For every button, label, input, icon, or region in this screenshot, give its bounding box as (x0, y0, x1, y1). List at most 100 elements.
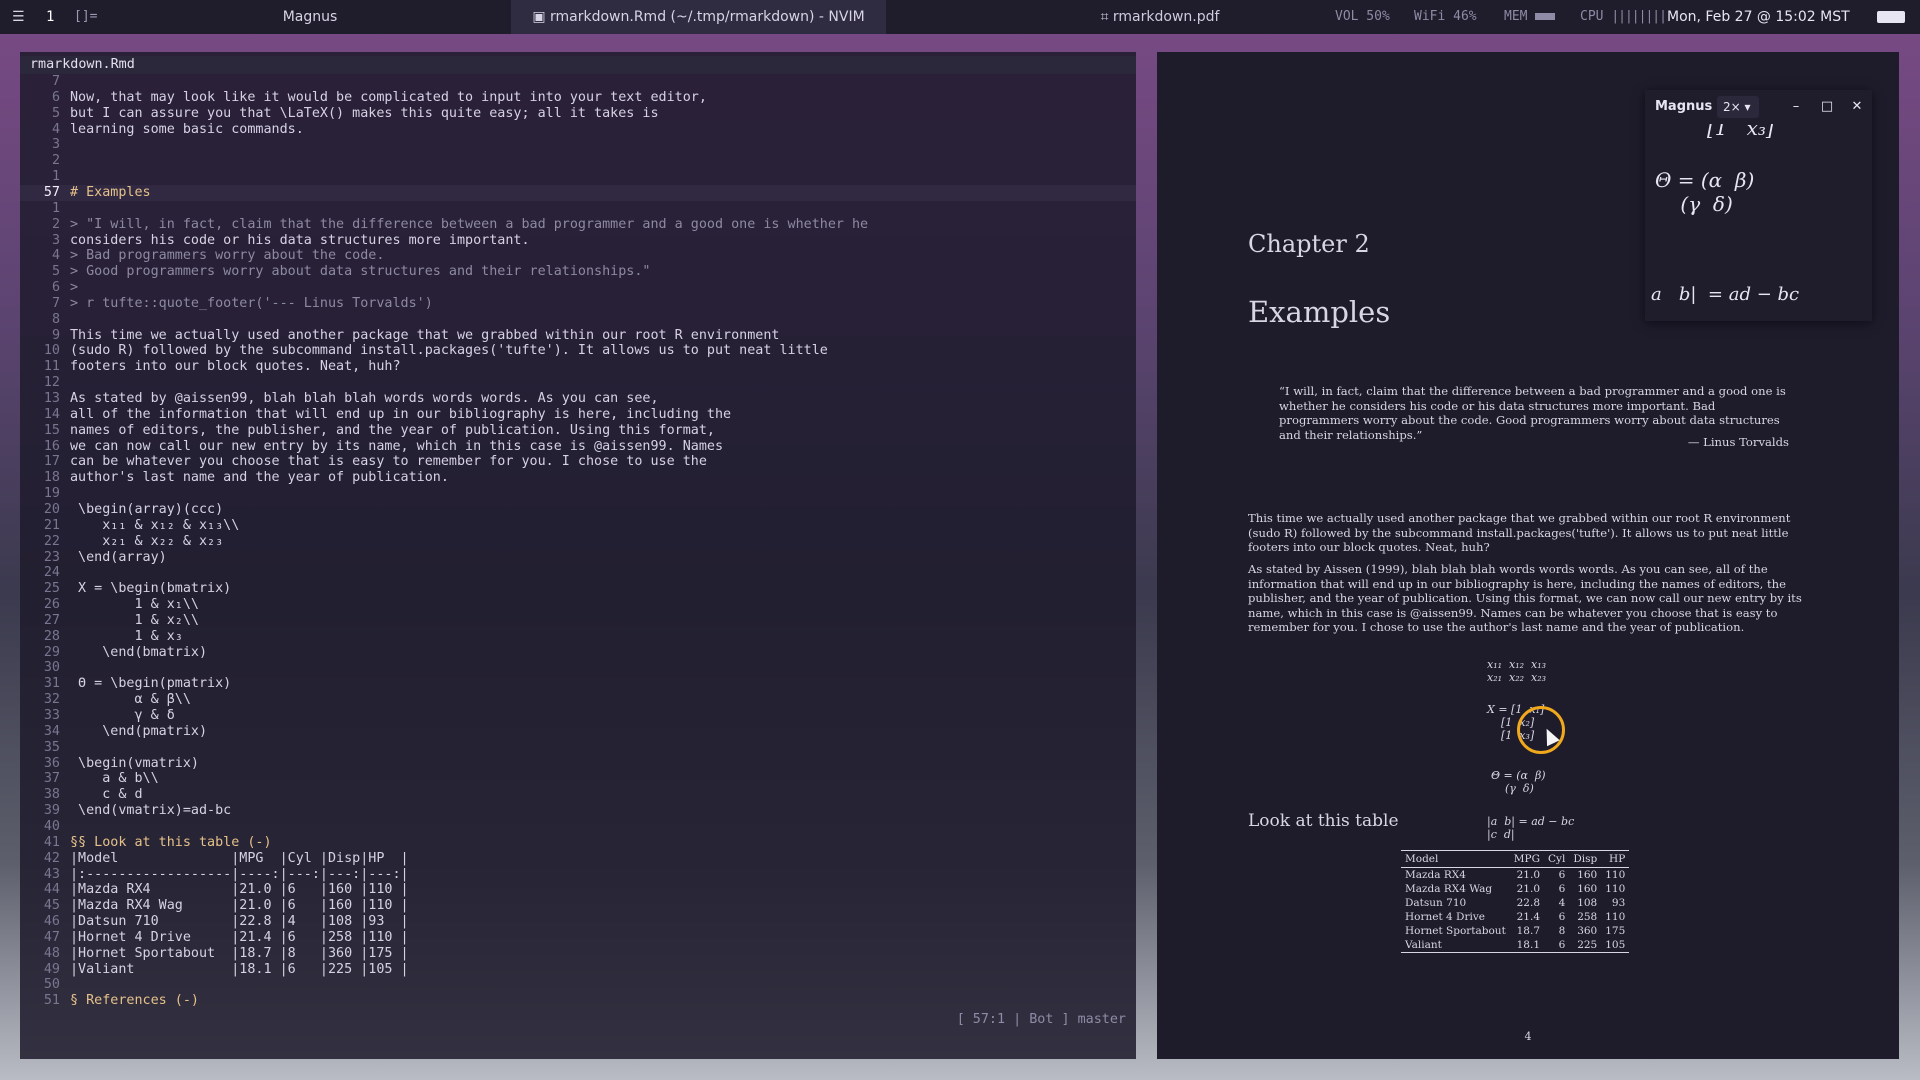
editor-line[interactable]: 11 footers into our block quotes. Neat, h… (20, 359, 1136, 375)
line-number: 57 (43, 184, 60, 200)
editor-line[interactable]: 38 c & d (20, 787, 1136, 803)
window-title-nvim[interactable]: ▣ rmarkdown.Rmd (~/.tmp/rmarkdown) - NVI… (511, 0, 886, 34)
layout-indicator[interactable]: []= (74, 0, 97, 34)
line-number: 5 (51, 264, 60, 280)
editor-line[interactable]: 19 (20, 486, 1136, 502)
editor-line[interactable]: 9 This time we actually used another pack… (20, 328, 1136, 344)
line-number: 3 (51, 232, 60, 248)
editor-line[interactable]: 33 γ & δ (20, 708, 1136, 724)
editor-line[interactable]: 1 (20, 169, 1136, 185)
editor-line[interactable]: 37 a & b\\ (20, 771, 1136, 787)
editor-line[interactable]: 18 author's last name and the year of pub… (20, 470, 1136, 486)
editor-line[interactable]: 12 (20, 375, 1136, 391)
line-number: 14 (43, 406, 60, 422)
table-cell: Valiant (1401, 938, 1510, 953)
chevron-down-icon: ▾ (1744, 100, 1751, 114)
editor-line[interactable]: 22 x₂₁ & x₂₂ & x₂₃ (20, 534, 1136, 550)
editor-line[interactable]: 4 learning some basic commands. (20, 122, 1136, 138)
editor-line[interactable]: 57 # Examples (20, 184, 1136, 201)
editor-line[interactable]: 36 \begin(vmatrix) (20, 756, 1136, 772)
workspace-tag[interactable]: 1 (46, 0, 54, 34)
editor-line[interactable]: 35 (20, 740, 1136, 756)
editor-line[interactable]: 41 §§ Look at this table (-) (20, 835, 1136, 851)
editor-line[interactable]: 21 x₁₁ & x₁₂ & x₁₃\\ (20, 518, 1136, 534)
editor-line[interactable]: 2 (20, 153, 1136, 169)
editor-line[interactable]: 10 (sudo R) followed by the subcommand in… (20, 343, 1136, 359)
editor-line[interactable]: 45 |Mazda RX4 Wag |21.0 |6 |160 |110 | (20, 898, 1136, 914)
line-number: 19 (43, 486, 60, 502)
editor-line[interactable]: 34 \end(pmatrix) (20, 724, 1136, 740)
maximize-button[interactable]: □ (1817, 90, 1837, 124)
magnifier-window[interactable]: Magnus 2× ▾ – □ ✕ [1 x₃] Θ = (α β) (γ δ)… (1645, 90, 1872, 321)
editor-line[interactable]: 47 |Hornet 4 Drive |21.4 |6 |258 |110 | (20, 930, 1136, 946)
window-title-magnus[interactable]: Magnus (250, 0, 370, 34)
line-number: 25 (43, 581, 60, 597)
menu-icon[interactable]: ☰ (12, 0, 30, 34)
editor-line[interactable]: 1 (20, 201, 1136, 217)
editor-line[interactable]: 32 α & β\\ (20, 692, 1136, 708)
editor-line[interactable]: 2 > "I will, in fact, claim that the diff… (20, 217, 1136, 233)
nvim-window[interactable]: rmarkdown.Rmd 7 6 Now, that may look like … (20, 52, 1136, 1059)
editor-line[interactable]: 16 we can now call our new entry by its n… (20, 439, 1136, 455)
window-title-pdf[interactable]: ⌗ rmarkdown.pdf (1040, 0, 1280, 34)
table-cell: 21.0 (1516, 883, 1541, 895)
line-number: 4 (51, 121, 60, 137)
editor-line[interactable]: 14 all of the information that will end u… (20, 407, 1136, 423)
line-text: a & b\\ (70, 771, 159, 787)
editor-line[interactable]: 24 (20, 565, 1136, 581)
line-number: 10 (43, 343, 60, 359)
editor-line[interactable]: 29 \end(bmatrix) (20, 645, 1136, 661)
editor-line[interactable]: 6 > (20, 280, 1136, 296)
line-number: 27 (43, 612, 60, 628)
tab-rmarkdown[interactable]: rmarkdown.Rmd (30, 56, 135, 74)
table-cell: 22.8 (1516, 897, 1541, 909)
table-header: HP (1601, 850, 1630, 868)
editor-line[interactable]: 31 Θ = \begin(pmatrix) (20, 676, 1136, 692)
editor-line[interactable]: 44 |Mazda RX4 |21.0 |6 |160 |110 | (20, 882, 1136, 898)
magnifier-titlebar[interactable]: Magnus 2× ▾ – □ ✕ (1645, 90, 1872, 124)
editor-line[interactable]: 20 \begin(array)(ccc) (20, 502, 1136, 518)
editor-line[interactable]: 40 (20, 819, 1136, 835)
line-text: \begin(array)(ccc) (70, 501, 224, 517)
editor-line[interactable]: 50 (20, 977, 1136, 993)
line-text: x₁₁ & x₁₂ & x₁₃\\ (70, 517, 240, 533)
editor-line[interactable]: 7 > r tufte::quote_footer('--- Linus Torv… (20, 296, 1136, 312)
editor-line[interactable]: 8 (20, 312, 1136, 328)
magnified-bmatrix-bottom: [1 x₃] (1707, 124, 1774, 140)
line-text: 1 & x₂\\ (70, 612, 199, 628)
editor-line[interactable]: 43 |:------------------|----:|---:|---:|-… (20, 867, 1136, 883)
editor-line[interactable]: 28 1 & x₃ (20, 629, 1136, 645)
editor-line[interactable]: 17 can be whatever you choose that is eas… (20, 454, 1136, 470)
editor-line[interactable]: 26 1 & x₁\\ (20, 597, 1136, 613)
volume-status: VOL 50% (1335, 9, 1390, 24)
editor-line[interactable]: 27 1 & x₂\\ (20, 613, 1136, 629)
editor-line[interactable]: 23 \end(array) (20, 550, 1136, 566)
editor-line[interactable]: 49 |Valiant |18.1 |6 |225 |105 | (20, 962, 1136, 978)
editor-line[interactable]: 5 but I can assure you that \LaTeX() make… (20, 106, 1136, 122)
editor-line[interactable]: 5 > Good programmers worry about data str… (20, 264, 1136, 280)
editor-line[interactable]: 25 X = \begin(bmatrix) (20, 581, 1136, 597)
editor-line[interactable]: 15 names of editors, the publisher, and t… (20, 423, 1136, 439)
editor-line[interactable]: 7 (20, 74, 1136, 90)
minimize-button[interactable]: – (1786, 90, 1806, 124)
editor-line[interactable]: 3 (20, 137, 1136, 153)
editor-line[interactable]: 39 \end(vmatrix)=ad-bc (20, 803, 1136, 819)
line-number: 51 (43, 993, 60, 1009)
close-button[interactable]: ✕ (1847, 90, 1867, 124)
line-text: 1 & x₃ (70, 628, 183, 644)
editor-line[interactable]: 4 > Bad programmers worry about the code. (20, 248, 1136, 264)
editor-line[interactable]: 42 |Model |MPG |Cyl |Disp|HP | (20, 851, 1136, 867)
editor-line[interactable]: 30 (20, 660, 1136, 676)
magnified-vmatrix: a b| = ad − bc (1651, 284, 1800, 305)
zoom-select[interactable]: 2× ▾ (1717, 96, 1759, 118)
line-text: \begin(vmatrix) (70, 755, 199, 771)
editor-line[interactable]: 48 |Hornet Sportabout |18.7 |8 |360 |175 … (20, 946, 1136, 962)
editor-line[interactable]: 51 § References (-) (20, 993, 1136, 1009)
editor-line[interactable]: 6 Now, that may look like it would be com… (20, 90, 1136, 106)
line-text: > Bad programmers worry about the code. (70, 248, 385, 264)
memory-status: MEM (1504, 0, 1556, 34)
editor-line[interactable]: 46 |Datsun 710 |22.8 |4 |108 |93 | (20, 914, 1136, 930)
editor-line[interactable]: 13 As stated by @aissen99, blah blah blah… (20, 391, 1136, 407)
editor-line[interactable]: 3 considers his code or his data structur… (20, 233, 1136, 249)
line-text: |Valiant |18.1 |6 |225 |105 | (70, 961, 409, 977)
